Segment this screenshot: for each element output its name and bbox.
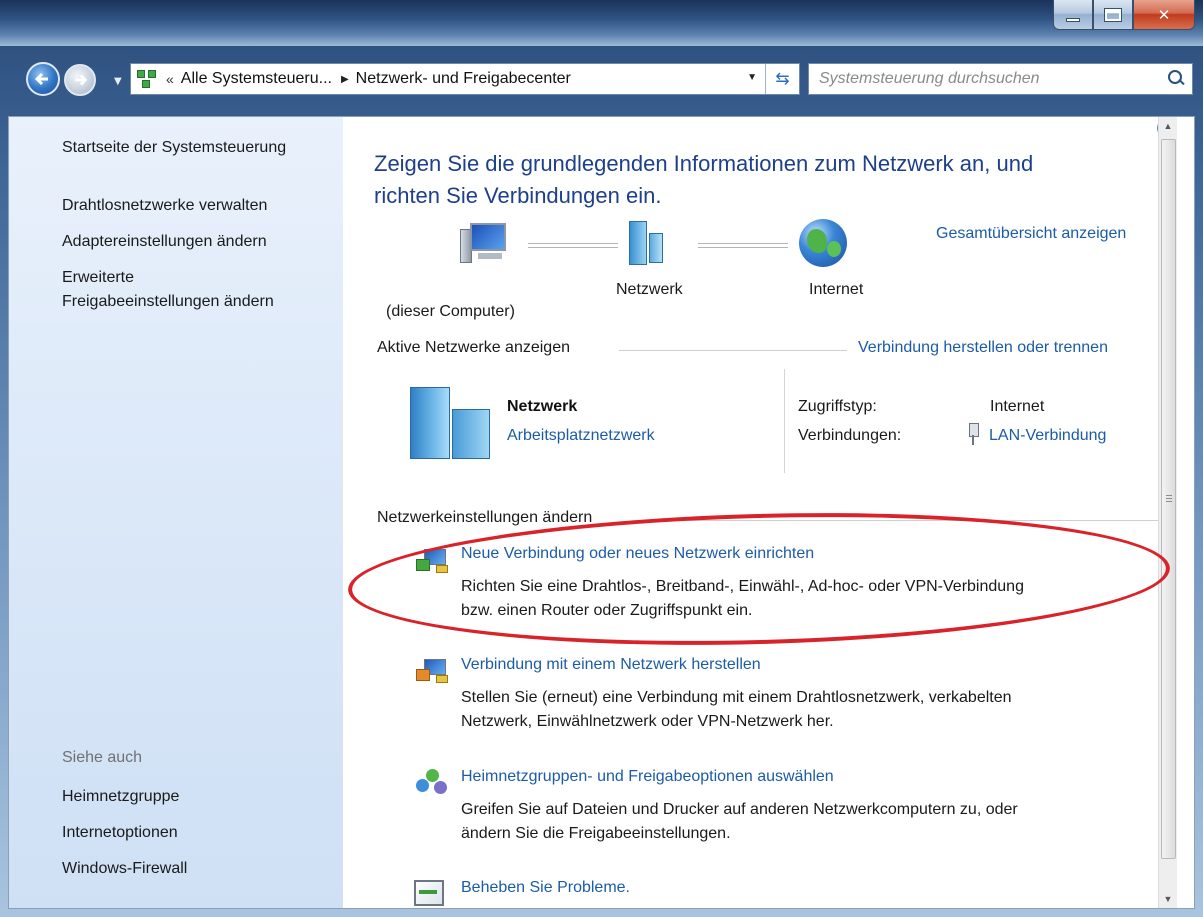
lan-plug-icon xyxy=(967,423,979,445)
sidebar-item-sharing-line2[interactable]: Freigabeeinstellungen ändern xyxy=(62,291,274,312)
sidebar-item-home[interactable]: Startseite der Systemsteuerung xyxy=(62,137,286,158)
breadcrumb-overflow[interactable]: « xyxy=(166,71,174,87)
address-row: ▼ « Alle Systemsteueru... ▶ Netzwerk- un… xyxy=(0,46,1203,116)
title-bar[interactable]: ✕ xyxy=(0,0,1203,46)
scroll-down-icon[interactable]: ▼ xyxy=(1161,894,1175,904)
map-connector xyxy=(528,243,618,248)
scroll-thumb[interactable] xyxy=(1161,139,1176,859)
access-type-label: Zugriffstyp: xyxy=(798,398,877,415)
connections-label: Verbindungen: xyxy=(798,427,902,444)
minimize-button[interactable] xyxy=(1053,0,1093,30)
task-new-connection-desc2: bzw. einen Router oder Zugriffspunkt ein… xyxy=(461,602,753,619)
active-network-icon[interactable] xyxy=(410,387,496,459)
close-icon: ✕ xyxy=(1157,5,1171,24)
access-type-value: Internet xyxy=(990,398,1045,415)
network-icon xyxy=(629,221,671,265)
address-bar[interactable]: « Alle Systemsteueru... ▶ Netzwerk- und … xyxy=(130,63,800,95)
task-new-connection-desc1: Richten Sie eine Drahtlos-, Breitband-, … xyxy=(461,578,1024,595)
computer-icon xyxy=(460,221,512,267)
network-type-link[interactable]: Arbeitsplatznetzwerk xyxy=(507,427,655,445)
vertical-scrollbar[interactable]: ▲ ▼ xyxy=(1158,117,1177,908)
main-content: ? Zeigen Sie die grundlegenden Informati… xyxy=(343,117,1177,908)
refresh-icon: ⇆ xyxy=(775,69,790,88)
sidebar-item-internet-options[interactable]: Internetoptionen xyxy=(62,822,178,843)
troubleshoot-icon xyxy=(414,880,444,906)
task-new-connection-link[interactable]: Neue Verbindung oder neues Netzwerk einr… xyxy=(461,545,814,563)
breadcrumb-chevron-icon[interactable]: ▶ xyxy=(341,74,349,85)
map-internet-label: Internet xyxy=(809,281,864,298)
maximize-button[interactable] xyxy=(1093,0,1133,30)
homegroup-icon xyxy=(416,769,448,797)
breadcrumb-current[interactable]: Netzwerk- und Freigabecenter xyxy=(356,70,571,88)
overview-link[interactable]: Gesamtübersicht anzeigen xyxy=(936,225,1126,243)
refresh-button[interactable]: ⇆ xyxy=(765,64,799,94)
divider xyxy=(619,350,847,351)
scroll-up-icon[interactable]: ▲ xyxy=(1161,121,1175,131)
caption-buttons: ✕ xyxy=(1053,0,1195,30)
sidebar-item-sharing-line1[interactable]: Erweiterte xyxy=(62,267,134,288)
map-connector xyxy=(698,243,788,248)
back-button[interactable] xyxy=(26,62,60,96)
sidebar-item-firewall[interactable]: Windows-Firewall xyxy=(62,858,187,879)
sidebar-item-wireless[interactable]: Drahtlosnetzwerke verwalten xyxy=(62,195,267,216)
page-title: Zeigen Sie die grundlegenden Information… xyxy=(374,148,1154,212)
page-title-line1: Zeigen Sie die grundlegenden Information… xyxy=(374,151,1034,176)
task-connect-network-desc1: Stellen Sie (erneut) eine Verbindung mit… xyxy=(461,689,1012,706)
window-frame: ✕ ▼ « Alle Systemsteueru... ▶ Netzwerk- … xyxy=(0,0,1203,917)
map-network-label: Netzwerk xyxy=(616,281,683,298)
address-dropdown-icon[interactable]: ▼ xyxy=(747,72,757,83)
breadcrumb-parent[interactable]: Alle Systemsteueru... xyxy=(181,70,332,88)
task-homegroup-link[interactable]: Heimnetzgruppen- und Freigabeoptionen au… xyxy=(461,768,834,786)
active-network-name: Netzwerk xyxy=(507,398,578,415)
task-homegroup-desc2: ändern Sie die Freigabeeinstellungen. xyxy=(461,825,731,842)
divider xyxy=(643,520,1158,521)
lan-connection-link[interactable]: LAN-Verbindung xyxy=(989,427,1106,445)
arrow-left-icon xyxy=(34,72,48,86)
globe-icon xyxy=(799,219,847,267)
close-button[interactable]: ✕ xyxy=(1133,0,1195,30)
arrow-right-icon xyxy=(75,74,88,86)
network-center-icon xyxy=(137,68,159,90)
minimize-icon xyxy=(1066,17,1080,22)
sidebar-item-homegroup[interactable]: Heimnetzgruppe xyxy=(62,786,179,807)
change-settings-title: Netzwerkeinstellungen ändern xyxy=(377,509,593,526)
connect-network-icon xyxy=(416,657,450,685)
search-icon[interactable] xyxy=(1162,66,1188,92)
task-connect-network-desc2: Netzwerk, Einwählnetzwerk oder VPN-Netzw… xyxy=(461,713,834,730)
vertical-divider xyxy=(784,369,785,473)
recent-pages-button[interactable]: ▼ xyxy=(114,76,122,87)
sidebar: Startseite der Systemsteuerung Drahtlosn… xyxy=(9,117,343,908)
task-troubleshoot-link[interactable]: Beheben Sie Probleme. xyxy=(461,879,630,897)
search-input[interactable]: Systemsteuerung durchsuchen xyxy=(819,70,1162,88)
forward-button[interactable] xyxy=(64,64,96,96)
page-title-line2: richten Sie Verbindungen ein. xyxy=(374,183,662,208)
see-also-label: Siehe auch xyxy=(62,749,143,766)
active-networks-title: Aktive Netzwerke anzeigen xyxy=(377,339,570,356)
task-homegroup-desc1: Greifen Sie auf Dateien und Drucker auf … xyxy=(461,801,1018,818)
search-box[interactable]: Systemsteuerung durchsuchen xyxy=(808,63,1193,95)
connect-disconnect-link[interactable]: Verbindung herstellen oder trennen xyxy=(858,339,1108,357)
new-connection-icon xyxy=(416,547,450,575)
client-area: Startseite der Systemsteuerung Drahtlosn… xyxy=(8,116,1195,909)
maximize-icon xyxy=(1104,7,1122,22)
sidebar-item-adapter[interactable]: Adaptereinstellungen ändern xyxy=(62,231,267,252)
map-computer-label: (dieser Computer) xyxy=(386,303,515,320)
task-connect-network-link[interactable]: Verbindung mit einem Netzwerk herstellen xyxy=(461,656,761,674)
